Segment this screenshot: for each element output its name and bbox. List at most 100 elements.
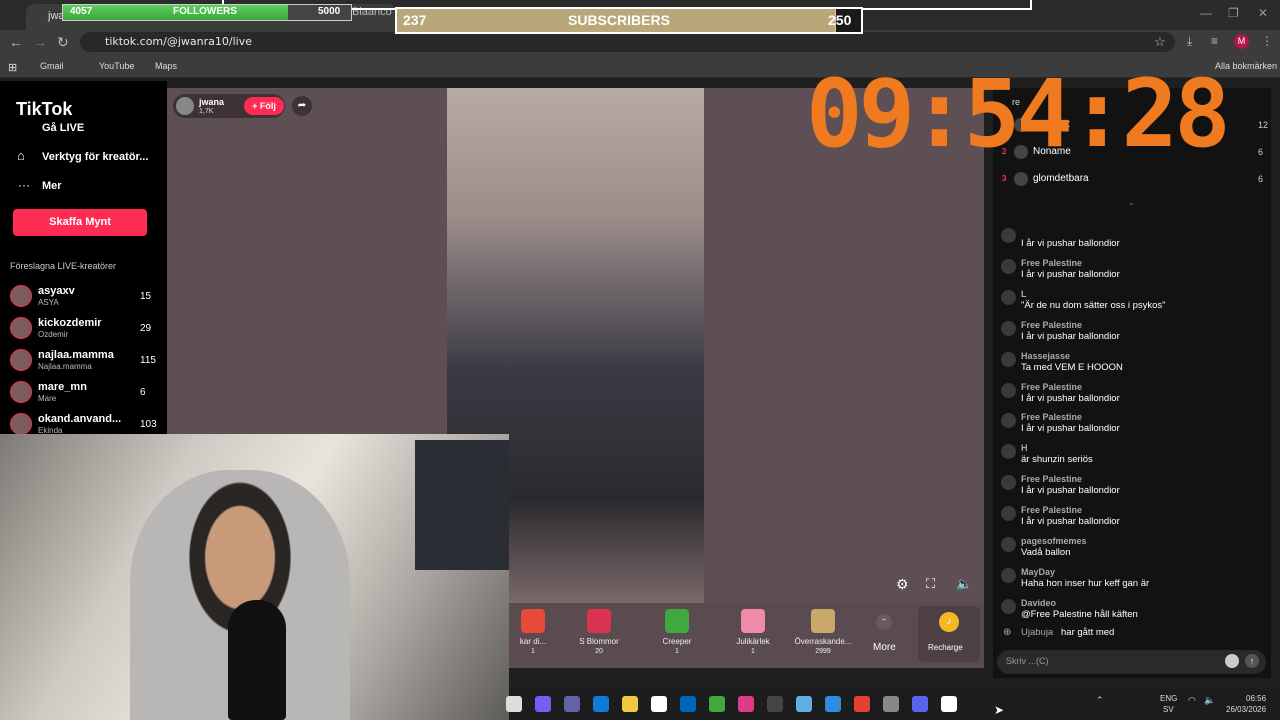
apps-grid-icon[interactable]: ⊞ xyxy=(8,61,17,74)
taskbar-app-icon[interactable] xyxy=(941,696,957,712)
creator-avatar[interactable] xyxy=(10,381,32,403)
chat-avatar[interactable] xyxy=(1001,228,1016,243)
volume-icon[interactable]: 🔈 xyxy=(956,576,972,592)
host-avatar[interactable] xyxy=(176,97,194,115)
fullscreen-icon[interactable]: ⛶ xyxy=(926,576,935,592)
send-icon[interactable]: ↑ xyxy=(1245,654,1259,668)
address-bar[interactable]: tiktok.com/@jwanra10/live xyxy=(80,32,1175,52)
creator-avatar[interactable] xyxy=(10,349,32,371)
follow-button[interactable]: + Följ xyxy=(244,97,284,115)
chat-username[interactable]: Free Palestine xyxy=(1021,382,1082,392)
chat-avatar[interactable] xyxy=(1001,567,1016,583)
creator-name[interactable]: kickozdemir xyxy=(38,317,102,329)
taskbar-app-icon[interactable] xyxy=(796,696,812,712)
creator-avatar[interactable] xyxy=(10,285,32,307)
taskbar-app-icon[interactable] xyxy=(825,696,841,712)
clock-date[interactable]: 26/03/2026 xyxy=(1226,705,1266,714)
gift-icon xyxy=(741,609,765,633)
creator-name[interactable]: asyaxv xyxy=(38,285,75,297)
maximize-button[interactable]: ❐ xyxy=(1228,6,1239,20)
taskbar-app-icon[interactable] xyxy=(506,696,522,712)
more-chevron-icon[interactable]: ⌃ xyxy=(876,614,892,630)
gift-item[interactable]: kar di... 1 xyxy=(500,609,566,655)
chat-username[interactable]: MayDay xyxy=(1021,567,1055,577)
chat-username[interactable]: Free Palestine xyxy=(1021,474,1082,484)
taskbar-app-icon[interactable] xyxy=(535,696,551,712)
chat-username[interactable]: H xyxy=(1021,443,1028,453)
wifi-icon[interactable]: ◠ xyxy=(1188,695,1196,706)
taskbar-app-icon[interactable] xyxy=(651,696,667,712)
chat-username[interactable]: Davideo xyxy=(1021,598,1056,608)
close-button[interactable]: ✕ xyxy=(1258,6,1268,20)
gift-item[interactable]: Creeper 1 xyxy=(644,609,710,655)
tray-chevron-icon[interactable]: ⌃ xyxy=(1096,695,1104,706)
creator-subtitle: ASYA xyxy=(38,298,59,307)
chat-avatar[interactable] xyxy=(1001,598,1016,614)
creator-avatar[interactable] xyxy=(10,317,32,339)
chat-username[interactable]: Free Palestine xyxy=(1021,258,1082,268)
taskbar-app-icon[interactable] xyxy=(767,696,783,712)
gift-item[interactable]: Överraskande... 2999 xyxy=(790,609,856,655)
sidebar-item-more[interactable]: Mer xyxy=(42,180,62,192)
chat-avatar[interactable] xyxy=(1001,320,1016,336)
more-gifts-button[interactable]: More xyxy=(873,642,896,653)
chat-username[interactable]: L xyxy=(1021,289,1027,299)
bookmark-star-icon[interactable]: ☆ xyxy=(1154,34,1166,50)
taskbar-app-icon[interactable] xyxy=(564,696,580,712)
sidebar-item-go-live[interactable]: Gå LIVE xyxy=(42,122,84,134)
rank-avatar[interactable] xyxy=(1014,172,1028,186)
chat-avatar[interactable] xyxy=(1001,382,1016,398)
sidebar-item-creator-tools[interactable]: Verktyg för kreatör... xyxy=(42,151,148,163)
chat-message-text: Ta med VEM E HOOON xyxy=(1021,361,1123,373)
clock-time[interactable]: 06:56 xyxy=(1246,694,1266,703)
chat-username[interactable]: pagesofmemes xyxy=(1021,536,1087,546)
bookmark-maps[interactable]: Maps xyxy=(155,61,177,71)
taskbar-app-icon[interactable] xyxy=(854,696,870,712)
taskbar-app-icon[interactable] xyxy=(709,696,725,712)
recharge-button[interactable]: Recharge xyxy=(928,643,963,652)
gift-item[interactable]: S Blommor 20 xyxy=(566,609,632,655)
bookmark-gmail[interactable]: Gmail xyxy=(40,61,64,71)
media-icon[interactable]: ≡ xyxy=(1211,34,1218,48)
chat-avatar[interactable] xyxy=(1001,258,1016,274)
chat-avatar[interactable] xyxy=(1001,537,1016,552)
language-indicator[interactable]: ENG xyxy=(1160,694,1177,703)
chat-username[interactable]: Free Palestine xyxy=(1021,505,1082,515)
creator-name[interactable]: okand.anvand... xyxy=(38,413,121,425)
chat-message-text: är shunzin seriös xyxy=(1021,454,1093,466)
chat-avatar[interactable] xyxy=(1001,506,1016,522)
reload-icon[interactable]: ↻ xyxy=(57,34,69,51)
creator-avatar[interactable] xyxy=(10,413,32,435)
speaker-icon[interactable]: 🔈 xyxy=(1204,695,1215,706)
creator-name[interactable]: najlaa.mamma xyxy=(38,349,114,361)
share-icon[interactable]: ➦ xyxy=(292,96,312,116)
profile-avatar[interactable]: M xyxy=(1234,34,1249,49)
menu-icon[interactable]: ⋮ xyxy=(1261,34,1273,48)
taskbar-app-icon[interactable] xyxy=(912,696,928,712)
forward-icon[interactable]: → xyxy=(33,34,47,50)
rank-name[interactable]: glomdetbara xyxy=(1033,173,1089,184)
minimize-button[interactable]: — xyxy=(1200,6,1212,20)
chat-avatar[interactable] xyxy=(1001,351,1016,367)
chat-username[interactable]: Free Palestine xyxy=(1021,412,1082,422)
back-icon[interactable]: ← xyxy=(9,34,23,50)
settings-icon[interactable]: ⚙ xyxy=(896,576,909,593)
gift-icon xyxy=(521,609,545,633)
taskbar-app-icon[interactable] xyxy=(883,696,899,712)
tiktok-logo[interactable]: TikTok xyxy=(16,99,72,120)
ranking-collapse-icon[interactable]: ⌄ xyxy=(1128,198,1135,207)
creator-viewer-count: 29 xyxy=(140,323,152,334)
taskbar-app-icon[interactable] xyxy=(738,696,754,712)
taskbar-app-icon[interactable] xyxy=(680,696,696,712)
taskbar-app-icon[interactable] xyxy=(593,696,609,712)
chat-avatar[interactable] xyxy=(1001,289,1016,305)
get-coins-button[interactable]: Skaffa Mynt xyxy=(13,209,147,236)
chat-username[interactable]: Free Palestine xyxy=(1021,320,1082,330)
chat-username[interactable]: Hassejasse xyxy=(1021,351,1070,361)
bookmark-youtube[interactable]: YouTube xyxy=(99,61,134,71)
taskbar-app-icon[interactable] xyxy=(622,696,638,712)
emoji-icon[interactable] xyxy=(1225,654,1239,668)
gift-item[interactable]: Julikärlek 1 xyxy=(720,609,786,655)
creator-name[interactable]: mare_mn xyxy=(38,381,87,393)
download-icon[interactable]: ⤓ xyxy=(1187,34,1192,49)
